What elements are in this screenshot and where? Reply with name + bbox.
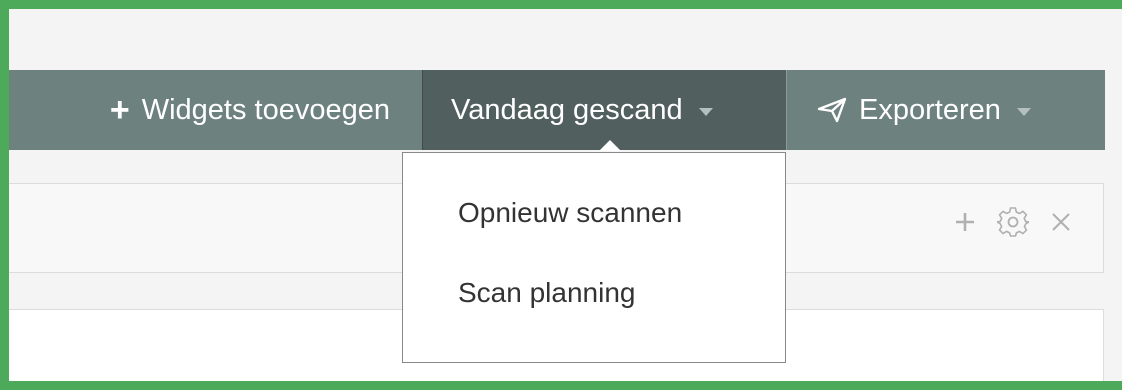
chevron-down-icon <box>698 108 713 116</box>
chevron-down-icon <box>1016 108 1031 116</box>
export-dropdown[interactable]: Exporteren <box>787 70 1105 150</box>
scan-filter-dropdown[interactable]: Vandaag gescand <box>422 70 787 150</box>
menu-item-scan-planning[interactable]: Scan planning <box>403 267 785 347</box>
toolbar: + Widgets toevoegen Vandaag gescand Expo… <box>9 70 1105 150</box>
add-icon[interactable] <box>953 210 977 234</box>
scan-filter-label: Vandaag gescand <box>451 93 683 126</box>
widget-actions <box>953 206 1073 238</box>
scan-dropdown-menu: Opnieuw scannen Scan planning <box>402 152 786 363</box>
plus-icon: + <box>109 91 130 129</box>
paper-plane-icon <box>817 97 847 123</box>
dropdown-pointer <box>599 140 621 151</box>
export-label: Exporteren <box>859 93 1001 126</box>
close-icon[interactable] <box>1049 210 1073 234</box>
add-widgets-button[interactable]: + Widgets toevoegen <box>9 70 422 150</box>
menu-item-rescan[interactable]: Opnieuw scannen <box>403 187 785 267</box>
gear-icon[interactable] <box>997 206 1029 238</box>
dashboard-frame: + Widgets toevoegen Vandaag gescand Expo… <box>9 9 1122 381</box>
add-widgets-label: Widgets toevoegen <box>141 93 390 126</box>
